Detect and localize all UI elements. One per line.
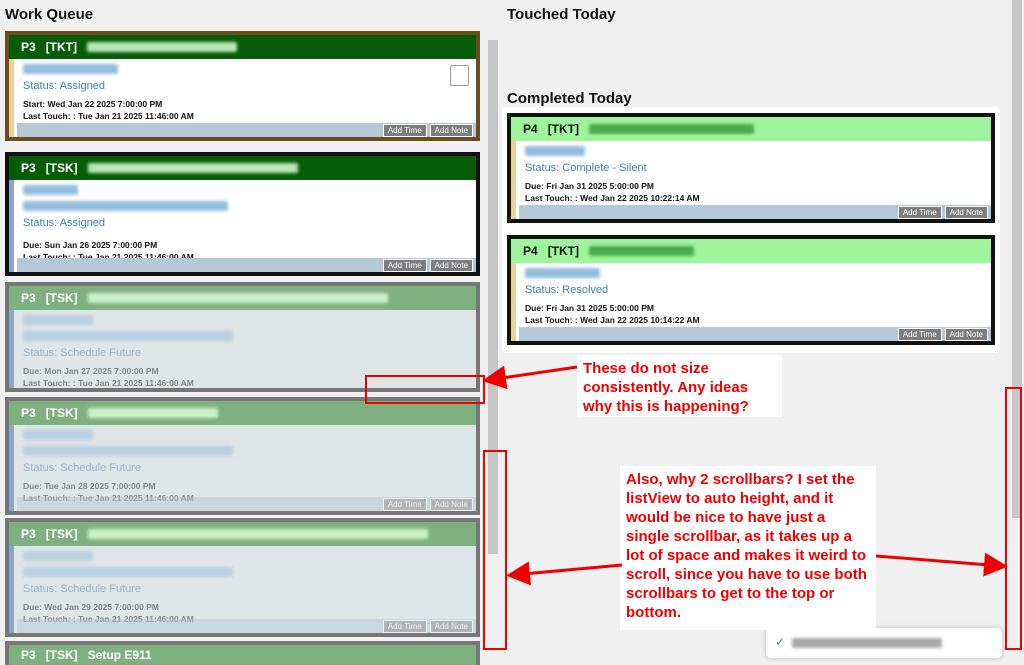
toast-notification[interactable]: ✓ bbox=[765, 627, 1003, 659]
priority: P3 bbox=[21, 40, 36, 54]
item-type: [TSK] bbox=[45, 161, 78, 175]
add-time-button[interactable]: Add Time bbox=[897, 327, 942, 341]
redacted-line bbox=[23, 315, 93, 325]
priority: P4 bbox=[523, 122, 538, 136]
redacted-title bbox=[87, 529, 428, 539]
item-type: [TKT] bbox=[547, 244, 580, 258]
redacted-title bbox=[589, 246, 695, 256]
date-text: Due: Wed Jan 29 2025 7:00:00 PM bbox=[23, 602, 159, 612]
redacted-title bbox=[87, 42, 238, 52]
annotation-note: Also, why 2 scrollbars? I set the listVi… bbox=[620, 466, 876, 630]
document-icon[interactable] bbox=[450, 65, 469, 86]
redacted-line bbox=[23, 201, 228, 211]
item-type: [TSK] bbox=[45, 648, 78, 662]
add-note-button[interactable]: Add Note bbox=[944, 327, 988, 341]
redacted-line bbox=[23, 567, 233, 577]
priority: P3 bbox=[21, 648, 36, 662]
item-type: [TSK] bbox=[45, 406, 78, 420]
status-text: Status: Schedule Future bbox=[23, 347, 142, 359]
add-time-button[interactable]: Add Time bbox=[897, 205, 942, 219]
redacted-title bbox=[87, 163, 298, 173]
add-time-button[interactable]: Add Time bbox=[382, 497, 427, 511]
work-queue-card[interactable]: P3 [TKT] Status: Assigned Start: Wed Jan … bbox=[5, 31, 480, 141]
work-queue-title: Work Queue bbox=[5, 6, 94, 23]
redacted-contact bbox=[23, 64, 118, 74]
card-title: Setup E911 bbox=[87, 648, 152, 662]
arrow bbox=[875, 552, 1008, 577]
add-time-button[interactable]: Add Time bbox=[382, 123, 427, 137]
completed-card[interactable]: P4 [TKT] Status: Complete - Silent Due: F… bbox=[507, 113, 995, 223]
work-queue-card[interactable]: P3 [TSK] Status: Assigned Due: Sun Jan 26… bbox=[5, 152, 480, 276]
redacted-title bbox=[87, 408, 218, 418]
work-queue-card[interactable]: P3 [TSK] Setup E911 bbox=[5, 641, 480, 665]
add-note-button[interactable]: Add Note bbox=[944, 205, 988, 219]
touched-today-title: Touched Today bbox=[507, 6, 616, 23]
status-text: Status: Assigned bbox=[23, 217, 105, 229]
add-note-button[interactable]: Add Note bbox=[429, 497, 473, 511]
date-text: Start: Wed Jan 22 2025 7:00:00 PM bbox=[23, 99, 163, 109]
completed-card[interactable]: P4 [TKT] Status: Resolved Due: Fri Jan 31… bbox=[507, 235, 995, 345]
add-time-button[interactable]: Add Time bbox=[382, 258, 427, 272]
date-text: Due: Tue Jan 28 2025 7:00:00 PM bbox=[23, 481, 156, 491]
work-queue-card[interactable]: P3 [TSK] Status: Schedule Future Due: Tue… bbox=[5, 397, 480, 515]
redacted-line bbox=[23, 331, 233, 341]
priority: P3 bbox=[21, 527, 36, 541]
redacted-line bbox=[23, 446, 233, 456]
item-type: [TSK] bbox=[45, 291, 78, 305]
status-text: Status: Resolved bbox=[525, 284, 609, 296]
annotation-box bbox=[483, 450, 507, 650]
redacted-toast-text bbox=[792, 638, 942, 648]
date-text: Due: Fri Jan 31 2025 5:00:00 PM bbox=[525, 303, 654, 313]
add-note-button[interactable]: Add Note bbox=[429, 123, 473, 137]
redacted-line bbox=[525, 268, 600, 278]
annotation-note: These do not size consistently. Any idea… bbox=[577, 355, 782, 417]
priority: P3 bbox=[21, 291, 36, 305]
redacted-line bbox=[525, 146, 585, 156]
date-text: Due: Fri Jan 31 2025 5:00:00 PM bbox=[525, 181, 654, 191]
check-circle-icon: ✓ bbox=[775, 635, 786, 649]
add-note-button[interactable]: Add Note bbox=[429, 619, 473, 633]
add-note-button[interactable]: Add Note bbox=[429, 258, 473, 272]
redacted-title bbox=[589, 124, 755, 134]
last-touch-text: Last Touch: : Tue Jan 21 2025 11:46:00 A… bbox=[23, 111, 194, 121]
arrow bbox=[482, 365, 578, 390]
priority: P4 bbox=[523, 244, 538, 258]
status-text: Status: Assigned bbox=[23, 80, 105, 92]
redacted-line bbox=[23, 430, 93, 440]
last-touch-text: Last Touch: : Wed Jan 22 2025 10:22:14 A… bbox=[525, 193, 700, 203]
redacted-title bbox=[87, 293, 388, 303]
date-text: Due: Sun Jan 26 2025 7:00:00 PM bbox=[23, 240, 158, 250]
arrow bbox=[506, 561, 623, 586]
item-type: [TKT] bbox=[45, 40, 78, 54]
last-touch-text: Last Touch: : Wed Jan 22 2025 10:14:22 A… bbox=[525, 315, 700, 325]
redacted-line bbox=[23, 185, 78, 195]
item-type: [TKT] bbox=[547, 122, 580, 136]
work-queue-card[interactable]: P3 [TSK] Status: Schedule Future Due: Wed… bbox=[5, 518, 480, 637]
priority: P3 bbox=[21, 406, 36, 420]
add-time-button[interactable]: Add Time bbox=[382, 619, 427, 633]
annotation-box bbox=[365, 375, 485, 404]
status-text: Status: Complete - Silent bbox=[525, 162, 647, 174]
item-type: [TSK] bbox=[45, 527, 78, 541]
status-text: Status: Schedule Future bbox=[23, 462, 142, 474]
annotation-box bbox=[1005, 387, 1022, 650]
status-text: Status: Schedule Future bbox=[23, 583, 142, 595]
completed-today-title: Completed Today bbox=[507, 90, 632, 107]
redacted-line bbox=[23, 551, 93, 561]
priority: P3 bbox=[21, 161, 36, 175]
